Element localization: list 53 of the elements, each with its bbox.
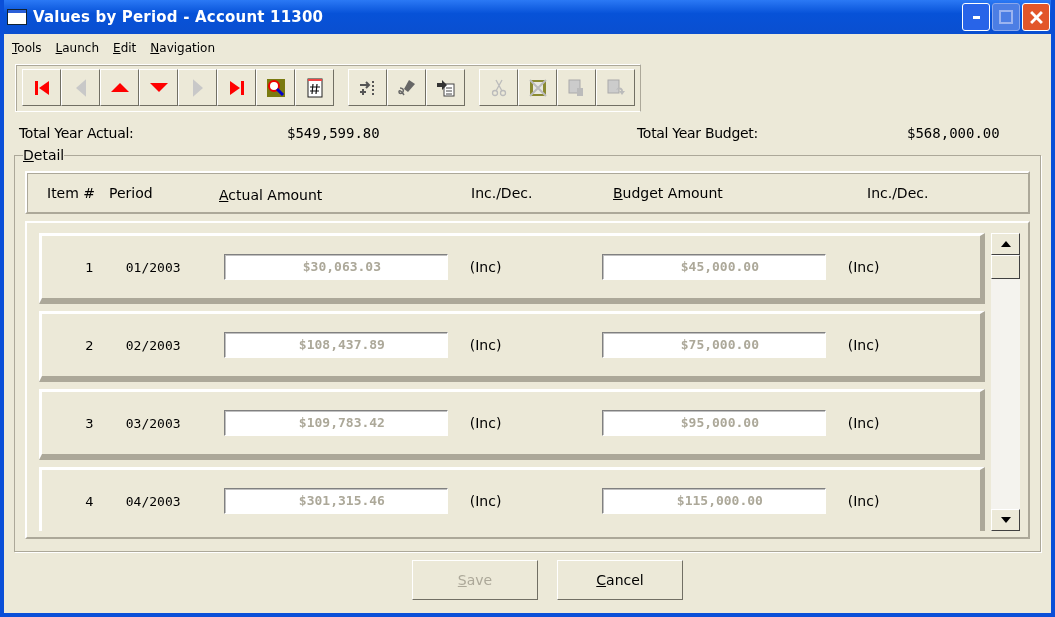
window-icon <box>7 9 27 25</box>
inc-dec-text: (Inc) <box>469 337 503 353</box>
total-budget-value: $568,000.00 <box>907 125 1000 141</box>
up-icon <box>110 83 129 92</box>
scroll-thumb[interactable] <box>991 255 1020 279</box>
close-icon <box>1029 10 1043 24</box>
scroll-up-button[interactable] <box>991 233 1020 255</box>
inc-dec-text: (Inc) <box>469 493 503 509</box>
up-arrow-icon <box>1000 241 1011 247</box>
menu-item[interactable]: Navigation <box>150 41 216 55</box>
next-icon <box>192 78 203 97</box>
dialog-button[interactable]: Cancel <box>557 560 683 600</box>
maximize-icon <box>999 10 1013 24</box>
inc-dec-text: (Inc) <box>847 415 881 431</box>
total-budget-label: Total Year Budget: <box>637 125 759 141</box>
group-label: Detail <box>23 147 65 163</box>
toolbar-button[interactable] <box>426 69 465 106</box>
total-actual-label: Total Year Actual: <box>19 125 135 141</box>
vertical-scrollbar[interactable] <box>991 233 1020 531</box>
inc-dec-text: (Inc) <box>847 493 881 509</box>
minimize-button[interactable] <box>962 3 990 31</box>
item-number: 1 <box>84 259 95 275</box>
column-header: Actual Amount <box>219 185 324 203</box>
inc-dec-text: (Inc) <box>469 259 503 275</box>
item-number: 3 <box>84 415 95 431</box>
period-text: 04/2003 <box>125 493 182 509</box>
menu-item[interactable]: Edit <box>113 41 137 55</box>
period-text: 03/2003 <box>125 415 182 431</box>
item-number: 2 <box>84 337 95 353</box>
inc-dec-text: (Inc) <box>847 259 881 275</box>
item-number: 4 <box>84 493 95 509</box>
total-actual-value: $549,599.80 <box>287 125 381 141</box>
minimize-icon <box>972 15 980 19</box>
menu-item[interactable]: Tools <box>12 41 42 55</box>
scroll-down-button[interactable] <box>991 509 1020 531</box>
down-icon <box>149 83 168 92</box>
inc-dec-text: (Inc) <box>469 415 503 431</box>
period-text: 01/2003 <box>125 259 182 275</box>
prev-icon <box>75 78 86 97</box>
column-header: Period <box>109 184 154 201</box>
menu-item[interactable]: Launch <box>55 41 100 55</box>
toolbar-button[interactable] <box>256 69 295 106</box>
close-button[interactable] <box>1022 3 1050 31</box>
column-header: Item # <box>47 184 97 201</box>
toolbar-button[interactable] <box>348 69 387 106</box>
column-header: Inc./Dec. <box>867 184 929 201</box>
toolbar-button[interactable] <box>387 69 426 106</box>
period-text: 02/2003 <box>125 337 182 353</box>
window-title: Values by Period - Account 11300 <box>33 8 324 26</box>
inc-dec-text: (Inc) <box>847 337 881 353</box>
down-arrow-icon <box>1000 517 1011 523</box>
column-header: Inc./Dec. <box>471 184 534 201</box>
column-header: Budget Amount <box>613 184 724 201</box>
